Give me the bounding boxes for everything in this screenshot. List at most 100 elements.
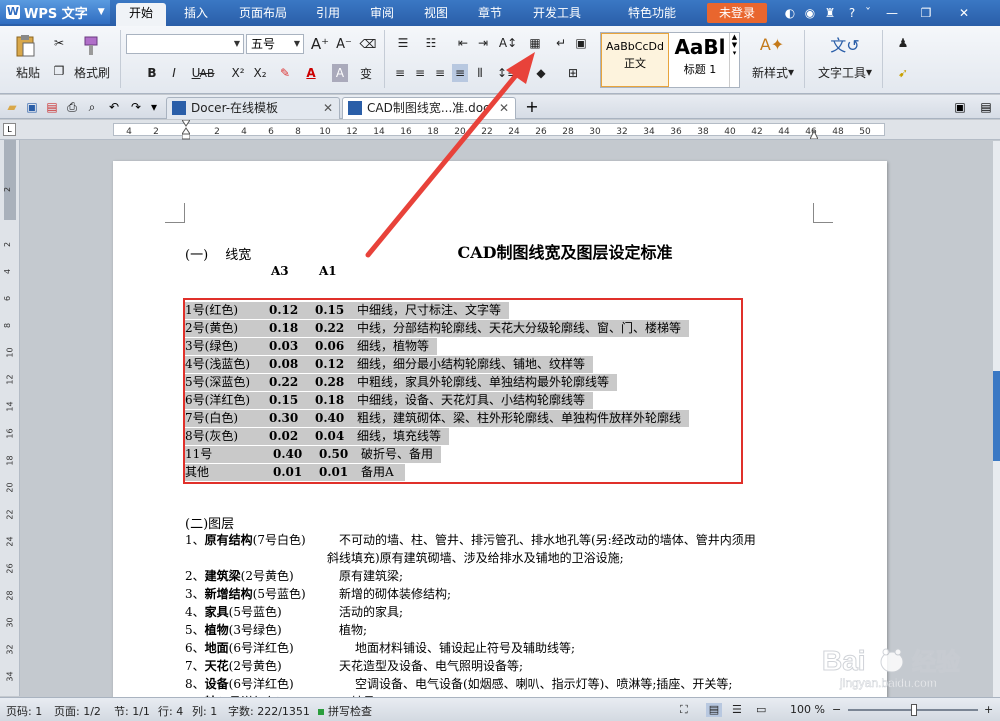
layer-item[interactable]: 4、家具(5号蓝色) 活动的家具;: [185, 603, 403, 620]
bullet-list-icon[interactable]: ☰: [392, 34, 414, 52]
doc-tab-docer[interactable]: Docer-在线模板 ✕: [166, 97, 340, 119]
status-word-count[interactable]: 字数: 222/1351: [228, 703, 310, 719]
status-section[interactable]: 节: 1/1: [114, 703, 150, 719]
text-tools-icon[interactable]: 文↺: [830, 32, 860, 56]
align-center-icon[interactable]: ≡: [412, 64, 428, 82]
vertical-ruler[interactable]: 2 2 4 6 8 10 12 14 16 18 20 22 24 26 28 …: [0, 140, 20, 696]
help-dropdown-icon[interactable]: ˇ: [860, 5, 876, 21]
tab-page-layout[interactable]: 页面布局: [228, 3, 298, 26]
open-icon[interactable]: ▰: [4, 99, 20, 115]
format-painter-button[interactable]: 格式刷: [70, 64, 114, 80]
web-view-icon[interactable]: ▭: [756, 703, 766, 716]
new-tab-icon[interactable]: +: [524, 99, 540, 115]
line-spacing-icon[interactable]: ↕≡: [496, 64, 518, 82]
table-grid-icon[interactable]: ▦: [526, 34, 544, 52]
distribute-icon[interactable]: ⫴: [472, 64, 488, 82]
tab-insert[interactable]: 插入: [172, 3, 220, 26]
layer-item[interactable]: 8、设备(6号洋红色) 空调设备、电气设备(如烟感、喇叭、指示灯等)、喷淋等;插座…: [185, 675, 732, 692]
close-icon[interactable]: ✕: [956, 5, 972, 21]
horizontal-ruler[interactable]: L 4 2 2 4 6 8 10 12 14 16 18 20 22 24 26…: [0, 119, 1000, 140]
paste-button[interactable]: 粘贴: [8, 64, 48, 80]
font-name-select[interactable]: ▼: [126, 34, 244, 54]
zoom-level[interactable]: 100 %: [790, 703, 825, 716]
bold-button[interactable]: B: [144, 64, 160, 82]
close-tab-icon[interactable]: ✕: [323, 98, 333, 118]
export-pdf-icon[interactable]: ▤: [44, 99, 60, 115]
grow-font-icon[interactable]: A⁺: [310, 34, 330, 54]
app-menu-button[interactable]: W WPS 文字 ▼: [0, 0, 110, 24]
print-preview-icon[interactable]: ⌕: [84, 99, 100, 115]
border-icon[interactable]: ⊞: [562, 64, 584, 82]
tab-list-icon[interactable]: ▣: [952, 99, 968, 115]
layer-item[interactable]: 3、新增结构(5号蓝色) 新增的砌体装修结构;: [185, 585, 451, 602]
close-tab-icon[interactable]: ✕: [499, 98, 509, 118]
increase-indent-icon[interactable]: ⇥: [474, 34, 492, 52]
help-icon[interactable]: ?: [844, 5, 860, 21]
zoom-slider[interactable]: [848, 704, 978, 716]
style-normal[interactable]: AaBbCcDd 正文: [601, 33, 669, 87]
decrease-indent-icon[interactable]: ⇤: [454, 34, 472, 52]
tab-chapter[interactable]: 章节: [468, 3, 512, 26]
copy-icon[interactable]: ❐: [50, 62, 68, 80]
align-right-icon[interactable]: ≡: [432, 64, 448, 82]
char-shading-icon[interactable]: A: [332, 64, 348, 82]
text-direction-icon[interactable]: A↕: [496, 34, 520, 52]
number-list-icon[interactable]: ☷: [420, 34, 442, 52]
column-header-a1[interactable]: A1: [319, 264, 337, 278]
right-indent-marker[interactable]: [809, 128, 819, 140]
ruler-track[interactable]: 4 2 2 4 6 8 10 12 14 16 18 20 22 24 26 2…: [113, 123, 885, 137]
document-page[interactable]: CAD制图线宽及图层设定标准 (一) 线宽 A3 A1 1号(红色) 0.12 0.…: [113, 161, 887, 697]
layer-item[interactable]: 5、植物(3号绿色) 植物;: [185, 621, 367, 638]
shrink-font-icon[interactable]: A⁻: [334, 34, 354, 54]
skin-icon[interactable]: ◐: [782, 5, 798, 21]
style-gallery[interactable]: AaBbCcDd 正文 AaBl 标题 1 ▲ ▼ ▾: [600, 32, 740, 88]
document-area[interactable]: CAD制图线宽及图层设定标准 (一) 线宽 A3 A1 1号(红色) 0.12 0.…: [21, 141, 993, 697]
tab-special[interactable]: 特色功能: [610, 3, 694, 26]
font-color-icon[interactable]: A: [300, 64, 322, 82]
customize-dropdown-icon[interactable]: ▾: [146, 99, 162, 115]
shirt-icon[interactable]: ♜: [822, 5, 838, 21]
print-icon[interactable]: ⎙: [64, 99, 80, 115]
strikethrough-button[interactable]: AB: [195, 64, 219, 82]
feedback-icon[interactable]: ◉: [802, 5, 818, 21]
new-style-button[interactable]: 新样式 ▾: [748, 64, 798, 80]
find-replace-icon[interactable]: ♟: [892, 34, 914, 52]
login-button[interactable]: 未登录: [707, 3, 767, 23]
tab-view[interactable]: 视图: [414, 3, 458, 26]
phonetic-icon[interactable]: 变: [354, 64, 378, 82]
tab-start[interactable]: 开始: [116, 3, 166, 26]
select-icon[interactable]: ➹: [892, 64, 914, 82]
vertical-scrollbar[interactable]: [993, 141, 1000, 697]
spell-check-toggle[interactable]: 拼写检查: [318, 703, 372, 719]
zoom-in-icon[interactable]: +: [984, 703, 993, 716]
superscript-icon[interactable]: X²: [228, 64, 248, 82]
restore-icon[interactable]: ❐: [918, 5, 934, 21]
column-header-a3[interactable]: A3: [271, 264, 289, 278]
format-painter-icon[interactable]: [78, 34, 104, 58]
minimize-icon[interactable]: —: [884, 5, 900, 21]
text-tools-button[interactable]: 文字工具 ▾: [814, 64, 876, 80]
doc-tab-cad[interactable]: CAD制图线宽...准.doc ✕: [342, 97, 516, 119]
gallery-scroll[interactable]: ▲ ▼ ▾: [729, 33, 739, 87]
paste-icon[interactable]: [12, 34, 38, 58]
outline-view-icon[interactable]: ☰: [732, 703, 742, 716]
window-mode-icon[interactable]: ▤: [978, 99, 994, 115]
redo-icon[interactable]: ↷: [128, 99, 144, 115]
page-setup-icon[interactable]: ▣: [572, 34, 590, 52]
highlight-color-icon[interactable]: ✎: [274, 64, 296, 82]
layer-item-continued[interactable]: 斜线填充)原有建筑砌墙、涉及给排水及铺地的卫浴设施;: [327, 549, 624, 566]
page-view-icon[interactable]: ▤: [706, 703, 722, 717]
side-panel-tab[interactable]: [993, 371, 1000, 461]
subscript-icon[interactable]: X₂: [250, 64, 270, 82]
zoom-out-icon[interactable]: −: [832, 703, 841, 716]
fullscreen-icon[interactable]: ⛶: [680, 703, 688, 717]
save-icon[interactable]: ▣: [24, 99, 40, 115]
section-heading-linewidth[interactable]: (一) 线宽: [185, 244, 251, 263]
status-page-number[interactable]: 页码: 1: [6, 703, 42, 719]
style-heading1[interactable]: AaBl 标题 1: [669, 33, 731, 87]
tab-stop-selector[interactable]: L: [3, 123, 16, 136]
font-size-select[interactable]: 五号 ▼: [246, 34, 304, 54]
layer-item[interactable]: 2、建筑梁(2号黄色) 原有建筑梁;: [185, 567, 403, 584]
clear-format-icon[interactable]: ⌫: [358, 34, 378, 54]
tab-review[interactable]: 审阅: [360, 3, 404, 26]
